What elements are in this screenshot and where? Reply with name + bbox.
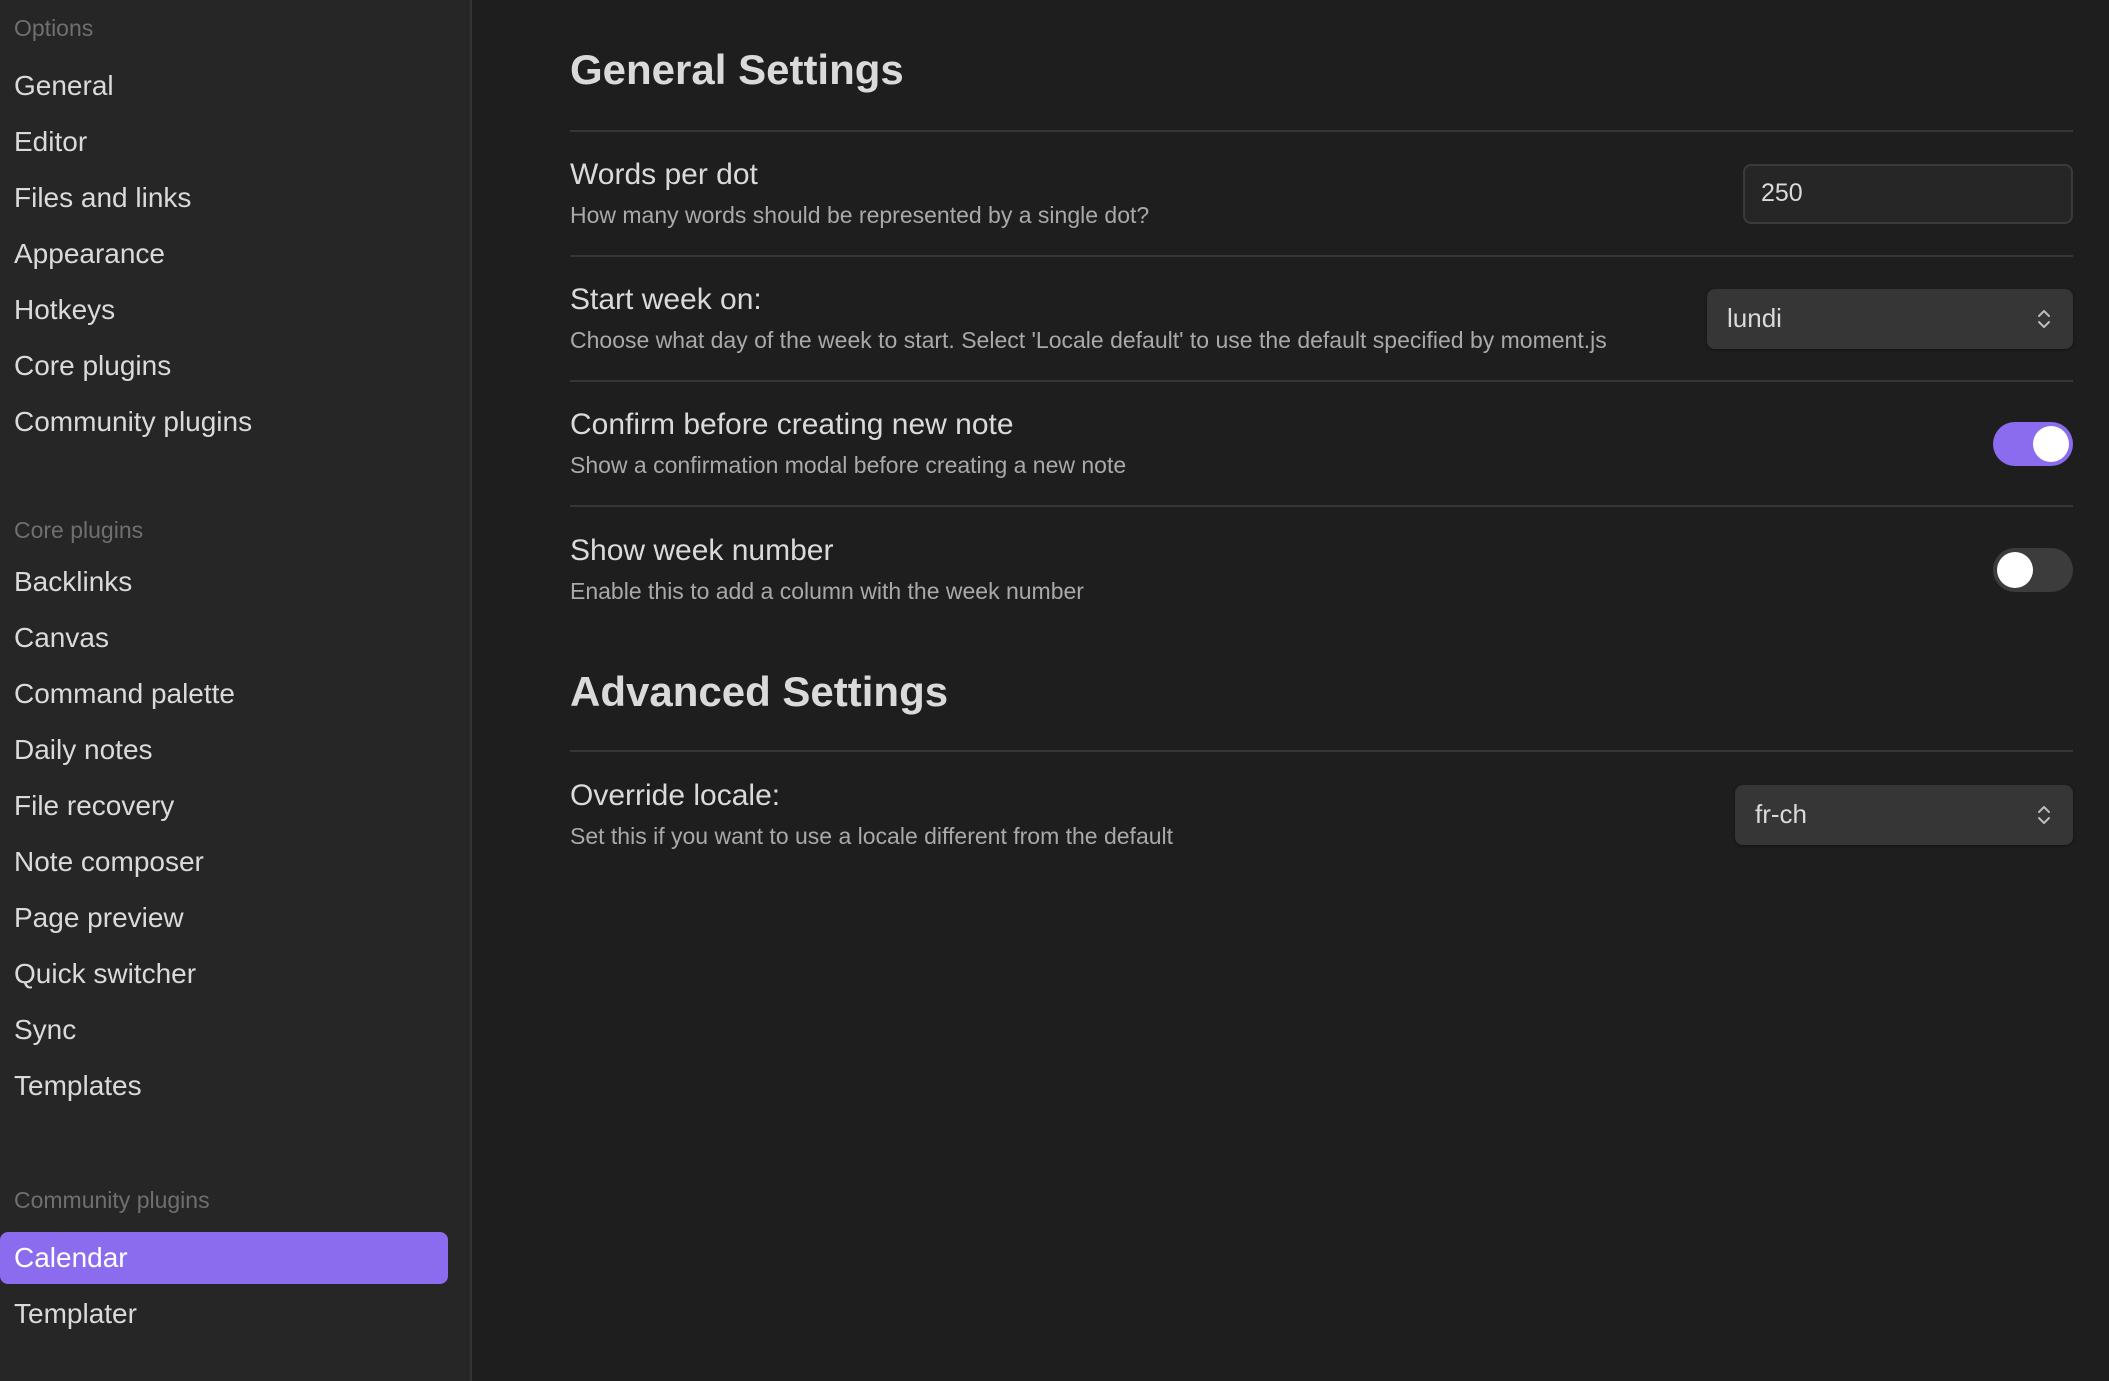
sidebar-item-appearance[interactable]: Appearance <box>0 228 446 280</box>
setting-description: Enable this to add a column with the wee… <box>570 578 1084 604</box>
settings-window: Options General Editor Files and links A… <box>0 0 2109 1381</box>
sidebar-community-plugins-group: Calendar Templater <box>0 1228 472 1340</box>
start-week-dropdown[interactable]: lundi <box>1707 288 2073 349</box>
settings-content: General Settings Words per dot How many … <box>472 0 2109 1381</box>
sidebar-item-core-plugins[interactable]: Core plugins <box>0 340 446 392</box>
toggle-knob <box>2033 425 2069 462</box>
sidebar-item-hotkeys[interactable]: Hotkeys <box>0 284 446 336</box>
sidebar-item-templates[interactable]: Templates <box>0 1060 448 1112</box>
sidebar-item-general[interactable]: General <box>0 60 446 112</box>
setting-confirm-new-note: Confirm before creating new note Show a … <box>570 382 2073 507</box>
sidebar-item-page-preview[interactable]: Page preview <box>0 892 448 944</box>
sidebar-item-community-plugins[interactable]: Community plugins <box>0 396 446 448</box>
setting-info: Show week number Enable this to add a co… <box>570 534 1084 605</box>
sidebar-item-editor[interactable]: Editor <box>0 116 446 168</box>
sidebar-item-sync[interactable]: Sync <box>0 1004 448 1056</box>
sidebar-core-plugins-group: Backlinks Canvas Command palette Daily n… <box>0 552 472 1112</box>
setting-show-week-number: Show week number Enable this to add a co… <box>570 507 2073 632</box>
setting-name: Show week number <box>570 534 834 567</box>
setting-info: Override locale: Set this if you want to… <box>570 779 1173 850</box>
override-locale-dropdown[interactable]: fr-ch <box>1735 784 2073 845</box>
advanced-settings-heading: Advanced Settings <box>570 632 2073 752</box>
setting-name: Override locale: <box>570 779 781 812</box>
setting-name: Confirm before creating new note <box>570 408 1014 441</box>
general-settings-heading: General Settings <box>570 0 2073 132</box>
sidebar-section-core-plugins: Core plugins <box>14 517 144 543</box>
setting-start-week: Start week on: Choose what day of the we… <box>570 257 2073 382</box>
toggle-knob <box>1997 551 2033 588</box>
setting-words-per-dot: Words per dot How many words should be r… <box>570 132 2073 257</box>
sidebar-item-note-composer[interactable]: Note composer <box>0 836 448 888</box>
show-week-number-toggle[interactable] <box>1993 547 2073 592</box>
setting-override-locale: Override locale: Set this if you want to… <box>570 752 2073 877</box>
setting-info: Start week on: Choose what day of the we… <box>570 283 1607 354</box>
sidebar-item-templater[interactable]: Templater <box>0 1288 448 1340</box>
setting-description: Choose what day of the week to start. Se… <box>570 327 1607 353</box>
sidebar-section-community-plugins: Community plugins <box>14 1187 210 1213</box>
sidebar-item-files-and-links[interactable]: Files and links <box>0 172 446 224</box>
setting-name: Words per dot <box>570 158 758 191</box>
words-per-dot-input[interactable] <box>1743 163 2073 224</box>
sidebar-item-calendar[interactable]: Calendar <box>0 1232 448 1284</box>
dropdown-value: fr-ch <box>1755 799 1807 829</box>
chevron-up-down-icon <box>2035 306 2053 332</box>
sidebar-item-canvas[interactable]: Canvas <box>0 612 448 664</box>
setting-name: Start week on: <box>570 283 762 316</box>
setting-info: Words per dot How many words should be r… <box>570 158 1149 229</box>
sidebar-section-options: Options <box>14 15 94 41</box>
setting-info: Confirm before creating new note Show a … <box>570 408 1126 479</box>
setting-description: Show a confirmation modal before creatin… <box>570 452 1127 478</box>
sidebar-options-group: General Editor Files and links Appearanc… <box>0 60 470 448</box>
sidebar-item-command-palette[interactable]: Command palette <box>0 668 448 720</box>
setting-description: Set this if you want to use a locale dif… <box>570 823 1174 849</box>
sidebar-item-file-recovery[interactable]: File recovery <box>0 780 448 832</box>
setting-description: How many words should be represented by … <box>570 202 1150 228</box>
confirm-new-note-toggle[interactable] <box>1993 421 2073 466</box>
chevron-up-down-icon <box>2035 802 2053 828</box>
settings-sidebar: Options General Editor Files and links A… <box>0 0 472 1381</box>
sidebar-item-daily-notes[interactable]: Daily notes <box>0 724 448 776</box>
sidebar-item-quick-switcher[interactable]: Quick switcher <box>0 948 448 1000</box>
sidebar-item-backlinks[interactable]: Backlinks <box>0 556 448 608</box>
dropdown-value: lundi <box>1727 303 1782 333</box>
